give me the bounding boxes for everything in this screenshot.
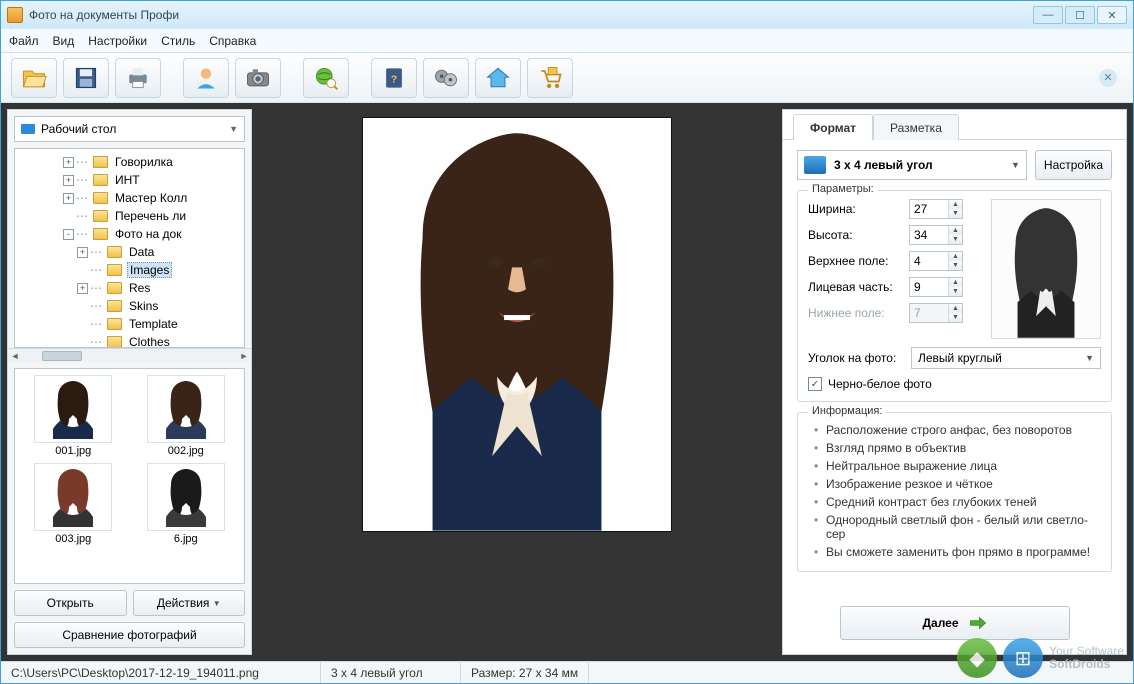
disk-icon (21, 124, 35, 134)
tool-open-button[interactable] (11, 58, 57, 98)
bw-checkbox[interactable]: ✓ Черно-белое фото (808, 377, 1101, 391)
bw-label: Черно-белое фото (828, 377, 932, 391)
menu-style[interactable]: Стиль (161, 34, 195, 48)
params-legend: Параметры: (808, 183, 878, 195)
tool-camera-button[interactable] (235, 58, 281, 98)
folder-tree[interactable]: +⋯Говорилка+⋯ИНТ+⋯Мастер Колл⋯Перечень л… (14, 148, 245, 348)
tree-item[interactable]: +⋯Мастер Колл (15, 189, 244, 207)
thumbnail[interactable]: 003.jpg (21, 463, 126, 545)
info-group: Информация: Расположение строго анфас, б… (797, 412, 1112, 572)
compare-button[interactable]: Сравнение фотографий (14, 622, 245, 648)
status-size: Размер: 27 x 34 мм (461, 662, 589, 683)
tabs: Формат Разметка (783, 110, 1126, 140)
corner-dropdown[interactable]: Левый круглый▼ (911, 347, 1101, 369)
minimize-button[interactable]: — (1033, 6, 1063, 24)
menu-file[interactable]: Файл (9, 34, 39, 48)
tool-save-button[interactable] (63, 58, 109, 98)
chevron-down-icon: ▼ (1011, 160, 1020, 170)
right-panel: Формат Разметка 3 x 4 левый угол ▼ Настр… (782, 109, 1127, 655)
info-item: Нейтральное выражение лица (812, 457, 1101, 475)
titlebar: Фото на документы Профи — ☐ ✕ (1, 1, 1133, 29)
width-label: Ширина: (808, 202, 903, 216)
menu-settings[interactable]: Настройки (88, 34, 147, 48)
next-label: Далее (922, 616, 958, 630)
chevron-down-icon: ▼ (229, 124, 238, 134)
maximize-button[interactable]: ☐ (1065, 6, 1095, 24)
thumbnail[interactable]: 6.jpg (134, 463, 239, 545)
tree-item[interactable]: +⋯ИНТ (15, 171, 244, 189)
bottom-margin-label: Нижнее поле: (808, 306, 903, 320)
tab-format[interactable]: Формат (793, 114, 873, 140)
tree-item[interactable]: ⋯Clothes (15, 333, 244, 348)
params-group: Параметры: Ширина:▲▼ Высота:▲▼ Верхнее п… (797, 190, 1112, 402)
format-icon (804, 156, 826, 174)
left-panel: Рабочий стол ▼ +⋯Говорилка+⋯ИНТ+⋯Мастер … (7, 109, 252, 655)
info-item: Расположение строго анфас, без поворотов (812, 421, 1101, 439)
info-item: Изображение резкое и чёткое (812, 475, 1101, 493)
tree-item[interactable]: ⋯Skins (15, 297, 244, 315)
info-item: Средний контраст без глубоких теней (812, 493, 1101, 511)
tool-search-globe-button[interactable] (303, 58, 349, 98)
width-spinner[interactable]: ▲▼ (909, 199, 963, 219)
app-icon (7, 7, 23, 23)
format-dropdown[interactable]: 3 x 4 левый угол ▼ (797, 150, 1027, 180)
toolbar: ? ✕ (1, 53, 1133, 103)
info-item: Взгляд прямо в объектив (812, 439, 1101, 457)
folder-select[interactable]: Рабочий стол ▼ (14, 116, 245, 142)
info-item: Вы сможете заменить фон прямо в программ… (812, 543, 1101, 561)
statusbar: C:\Users\PC\Desktop\2017-12-19_194011.pn… (1, 661, 1133, 683)
top-margin-label: Верхнее поле: (808, 254, 903, 268)
actions-button[interactable]: Действия ▼ (133, 590, 246, 616)
format-settings-button[interactable]: Настройка (1035, 150, 1112, 180)
height-label: Высота: (808, 228, 903, 242)
tool-help-button[interactable]: ? (371, 58, 417, 98)
tree-item[interactable]: +⋯Data (15, 243, 244, 261)
menubar: Файл Вид Настройки Стиль Справка (1, 29, 1133, 53)
tool-video-button[interactable] (423, 58, 469, 98)
thumbnail[interactable]: 001.jpg (21, 375, 126, 457)
arrow-right-icon (969, 616, 987, 630)
status-path: C:\Users\PC\Desktop\2017-12-19_194011.pn… (1, 662, 321, 683)
format-label: 3 x 4 левый угол (834, 158, 933, 172)
height-spinner[interactable]: ▲▼ (909, 225, 963, 245)
tab-layout[interactable]: Разметка (873, 114, 959, 140)
params-preview-photo (991, 199, 1101, 339)
top-margin-spinner[interactable]: ▲▼ (909, 251, 963, 271)
tree-item[interactable]: +⋯Говорилка (15, 153, 244, 171)
toolbar-close-icon[interactable]: ✕ (1099, 69, 1117, 87)
main-photo-canvas[interactable] (362, 117, 672, 532)
face-spinner[interactable]: ▲▼ (909, 277, 963, 297)
tree-h-scrollbar[interactable]: ◄► (8, 348, 251, 362)
window-title: Фото на документы Профи (29, 8, 1033, 22)
app-window: Фото на документы Профи — ☐ ✕ Файл Вид Н… (0, 0, 1134, 684)
tree-item[interactable]: ⋯Перечень ли (15, 207, 244, 225)
open-button[interactable]: Открыть (14, 590, 127, 616)
tree-item[interactable]: ⋯Images (15, 261, 244, 279)
tool-print-button[interactable] (115, 58, 161, 98)
next-button[interactable]: Далее (840, 606, 1070, 640)
preview-area (252, 103, 782, 661)
tool-cart-button[interactable] (527, 58, 573, 98)
thumbnails-panel: 001.jpg002.jpg003.jpg6.jpg (14, 368, 245, 584)
close-button[interactable]: ✕ (1097, 6, 1127, 24)
menu-view[interactable]: Вид (53, 34, 75, 48)
thumbnail[interactable]: 002.jpg (134, 375, 239, 457)
tool-person-button[interactable] (183, 58, 229, 98)
tool-home-button[interactable] (475, 58, 521, 98)
folder-select-label: Рабочий стол (41, 122, 116, 136)
face-label: Лицевая часть: (808, 280, 903, 294)
tree-item[interactable]: ⋯Template (15, 315, 244, 333)
tree-item[interactable]: -⋯Фото на док (15, 225, 244, 243)
menu-help[interactable]: Справка (209, 34, 256, 48)
info-legend: Информация: (808, 405, 886, 417)
info-item: Однородный светлый фон - белый или светл… (812, 511, 1101, 543)
corner-label: Уголок на фото: (808, 351, 903, 365)
tree-item[interactable]: +⋯Res (15, 279, 244, 297)
checkbox-icon: ✓ (808, 377, 822, 391)
bottom-margin-spinner: ▲▼ (909, 303, 963, 323)
svg-text:?: ? (391, 73, 397, 85)
status-format: 3 x 4 левый угол (321, 662, 461, 683)
